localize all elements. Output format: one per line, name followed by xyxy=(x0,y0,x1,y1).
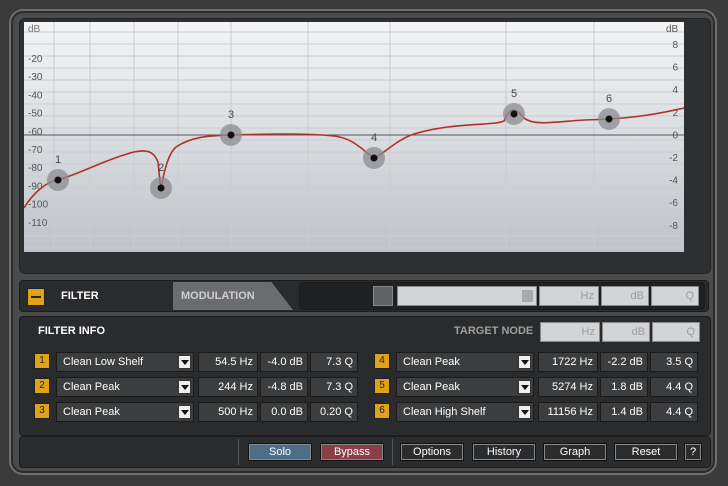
eq-graph[interactable]: -20 -30 -40 -50 -60 -70 -80 -90 -100 -110 8 6 4 2 0 -2… xyxy=(24,22,684,252)
filter-type-select[interactable]: Clean Peak xyxy=(396,352,534,372)
left-scale-label: -90 xyxy=(28,181,43,192)
mod-hz-field[interactable]: Hz xyxy=(539,286,599,306)
right-scale-label: 6 xyxy=(672,63,678,74)
freq-field[interactable]: 11156 Hz xyxy=(538,402,598,422)
filter-row-3: 3 Clean Peak 500 Hz 0.0 dB 0.20 Q xyxy=(34,402,364,422)
left-scale-label: -30 xyxy=(28,72,43,83)
chevron-down-icon xyxy=(178,355,191,369)
q-field[interactable]: 4.4 Q xyxy=(650,377,698,397)
right-scale-label: 8 xyxy=(672,40,678,51)
right-scale-label: -6 xyxy=(669,198,678,209)
left-scale-label: -20 xyxy=(28,54,43,65)
filter-row-4: 4 Clean Peak 1722 Hz -2.2 dB 3.5 Q xyxy=(374,352,704,372)
divider xyxy=(392,439,393,465)
gain-field[interactable]: 0.0 dB xyxy=(260,402,308,422)
left-scale-label: -70 xyxy=(28,145,43,156)
filter-type-label: Clean Peak xyxy=(63,381,120,393)
gain-field[interactable]: -2.2 dB xyxy=(600,352,648,372)
mod-q-field[interactable]: Q xyxy=(651,286,699,306)
filter-row-6: 6 Clean High Shelf 11156 Hz 1.4 dB 4.4 Q xyxy=(374,402,704,422)
filter-info-panel: FILTER INFO TARGET NODE Hz dB Q 1 Clean … xyxy=(19,316,711,436)
freq-field[interactable]: 54.5 Hz xyxy=(198,352,258,372)
target-hz-field[interactable]: Hz xyxy=(540,322,600,342)
gain-field[interactable]: -4.0 dB xyxy=(260,352,308,372)
chevron-down-icon xyxy=(522,290,533,302)
gain-field[interactable]: 1.4 dB xyxy=(600,402,648,422)
node-number[interactable]: 1 xyxy=(34,353,50,369)
target-node-title: TARGET NODE xyxy=(454,325,534,337)
filter-type-select[interactable]: Clean High Shelf xyxy=(396,402,534,422)
filter-type-label: Clean Peak xyxy=(403,381,460,393)
eq-node-label: 1 xyxy=(55,154,61,166)
freq-field[interactable]: 1722 Hz xyxy=(538,352,598,372)
mod-toggle[interactable] xyxy=(373,286,393,306)
filter-type-label: Clean High Shelf xyxy=(403,406,486,418)
left-scale-label: -100 xyxy=(28,200,48,211)
eq-node-label: 6 xyxy=(606,93,612,105)
filter-row-2: 2 Clean Peak 244 Hz -4.8 dB 7.3 Q xyxy=(34,377,364,397)
node-number[interactable]: 5 xyxy=(374,378,390,394)
db-right-label: dB xyxy=(666,24,679,35)
filter-info-title: FILTER INFO xyxy=(38,325,106,337)
q-field[interactable]: 3.5 Q xyxy=(650,352,698,372)
reset-button[interactable]: Reset xyxy=(614,443,678,461)
eq-node-label: 4 xyxy=(371,132,377,144)
filter-type-select[interactable]: Clean Peak xyxy=(396,377,534,397)
chevron-down-icon xyxy=(178,380,191,394)
q-field[interactable]: 0.20 Q xyxy=(310,402,358,422)
node-number[interactable]: 4 xyxy=(374,353,390,369)
left-scale-label: -50 xyxy=(28,109,43,120)
filter-type-select[interactable]: Clean Peak xyxy=(56,377,194,397)
filter-type-label: Clean Peak xyxy=(403,356,460,368)
node-number[interactable]: 6 xyxy=(374,403,390,419)
freq-field[interactable]: 5274 Hz xyxy=(538,377,598,397)
mod-source-select[interactable] xyxy=(397,286,537,306)
node-number[interactable]: 2 xyxy=(34,378,50,394)
collapse-button[interactable] xyxy=(27,288,45,306)
right-scale-label: -4 xyxy=(669,176,678,187)
options-button[interactable]: Options xyxy=(400,443,464,461)
q-field[interactable]: 4.4 Q xyxy=(650,402,698,422)
eq-node-label: 3 xyxy=(228,109,234,121)
filter-type-select[interactable]: Clean Low Shelf xyxy=(56,352,194,372)
eq-node-label: 5 xyxy=(511,88,517,100)
chevron-down-icon xyxy=(518,355,531,369)
left-scale-label: -110 xyxy=(28,218,48,229)
chevron-down-icon xyxy=(518,405,531,419)
gain-field[interactable]: -4.8 dB xyxy=(260,377,308,397)
left-scale-label: -60 xyxy=(28,127,43,138)
left-scale-label: -40 xyxy=(28,90,43,101)
filter-type-label: Clean Low Shelf xyxy=(63,356,144,368)
filter-row-5: 5 Clean Peak 5274 Hz 1.8 dB 4.4 Q xyxy=(374,377,704,397)
mod-db-field[interactable]: dB xyxy=(601,286,649,306)
solo-button[interactable]: Solo xyxy=(248,443,312,461)
q-field[interactable]: 7.3 Q xyxy=(310,352,358,372)
chevron-down-icon xyxy=(518,380,531,394)
graph-button[interactable]: Graph xyxy=(543,443,607,461)
filter-type-label: Clean Peak xyxy=(63,406,120,418)
filter-row-1: 1 Clean Low Shelf 54.5 Hz -4.0 dB 7.3 Q xyxy=(34,352,364,372)
history-button[interactable]: History xyxy=(472,443,536,461)
bottom-bar: Solo Bypass Options History Graph Reset … xyxy=(19,436,711,468)
right-scale-label: -8 xyxy=(669,221,678,232)
right-scale-label: 0 xyxy=(672,130,678,141)
db-left-label: dB xyxy=(28,24,41,35)
filter-type-select[interactable]: Clean Peak xyxy=(56,402,194,422)
help-button[interactable]: ? xyxy=(684,443,702,461)
tab-bar: FILTER MODULATION Hz dB Q xyxy=(19,280,709,312)
divider xyxy=(238,439,239,465)
target-q-field[interactable]: Q xyxy=(652,322,700,342)
eq-node-label: 2 xyxy=(158,162,164,174)
left-scale-label: -80 xyxy=(28,163,43,174)
bypass-button[interactable]: Bypass xyxy=(320,443,384,461)
chevron-down-icon xyxy=(178,405,191,419)
target-db-field[interactable]: dB xyxy=(602,322,650,342)
q-field[interactable]: 7.3 Q xyxy=(310,377,358,397)
freq-field[interactable]: 500 Hz xyxy=(198,402,258,422)
node-number[interactable]: 3 xyxy=(34,403,50,419)
gain-field[interactable]: 1.8 dB xyxy=(600,377,648,397)
right-scale-label: -2 xyxy=(669,153,678,164)
freq-field[interactable]: 244 Hz xyxy=(198,377,258,397)
right-scale-label: 4 xyxy=(672,85,678,96)
